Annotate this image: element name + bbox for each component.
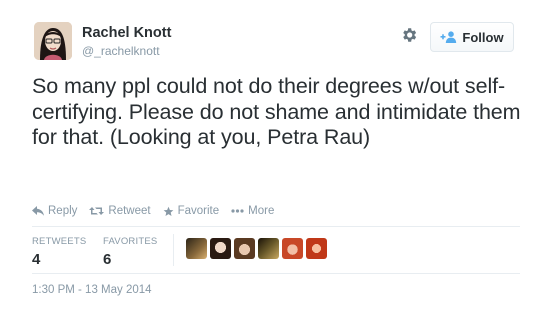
favorites-label: FAVORITES	[103, 236, 158, 247]
star-icon	[163, 206, 173, 216]
retweets-stat[interactable]: RETWEETS 4	[32, 236, 86, 268]
gear-icon[interactable]	[400, 26, 418, 44]
add-user-icon	[440, 31, 457, 43]
favoriter-avatar[interactable]	[234, 238, 255, 259]
favoriter-avatar[interactable]	[258, 238, 279, 259]
favoriter-avatar[interactable]	[306, 238, 327, 259]
retweet-icon	[89, 207, 105, 215]
retweet-label: Retweet	[108, 205, 151, 217]
divider	[32, 226, 520, 227]
favoriter-avatar[interactable]	[210, 238, 231, 259]
stats-separator	[173, 234, 174, 266]
retweet-button[interactable]: Retweet	[89, 205, 151, 217]
tweet-actions: Reply Retweet Favorite More	[32, 205, 286, 217]
reply-arrow-icon	[32, 206, 44, 216]
favorite-label: Favorite	[177, 205, 220, 217]
tweet-timestamp[interactable]: 1:30 PM - 13 May 2014	[32, 284, 152, 296]
reply-label: Reply	[48, 205, 78, 217]
follow-button[interactable]: Follow	[430, 22, 514, 52]
retweets-count: 4	[32, 251, 41, 268]
follow-button-label: Follow	[462, 29, 504, 45]
favorite-button[interactable]: Favorite	[163, 205, 220, 217]
display-name[interactable]: Rachel Knott	[82, 25, 171, 41]
tweet-card: Rachel Knott @_rachelknott Follow So man…	[0, 0, 540, 318]
ellipsis-icon	[231, 209, 244, 213]
more-label: More	[248, 205, 275, 217]
favoriter-avatar[interactable]	[186, 238, 207, 259]
favorites-stat[interactable]: FAVORITES 6	[103, 236, 157, 268]
avatar[interactable]	[34, 22, 72, 60]
tweet-text: So many ppl could not do their degrees w…	[32, 74, 521, 149]
favoriters-list	[186, 238, 327, 259]
favorites-count: 6	[103, 251, 112, 268]
retweets-label: RETWEETS	[32, 236, 87, 247]
reply-button[interactable]: Reply	[32, 205, 77, 217]
favoriter-avatar[interactable]	[282, 238, 303, 259]
more-button[interactable]: More	[231, 205, 274, 217]
user-handle[interactable]: @_rachelknott	[82, 44, 160, 58]
divider	[32, 273, 520, 274]
